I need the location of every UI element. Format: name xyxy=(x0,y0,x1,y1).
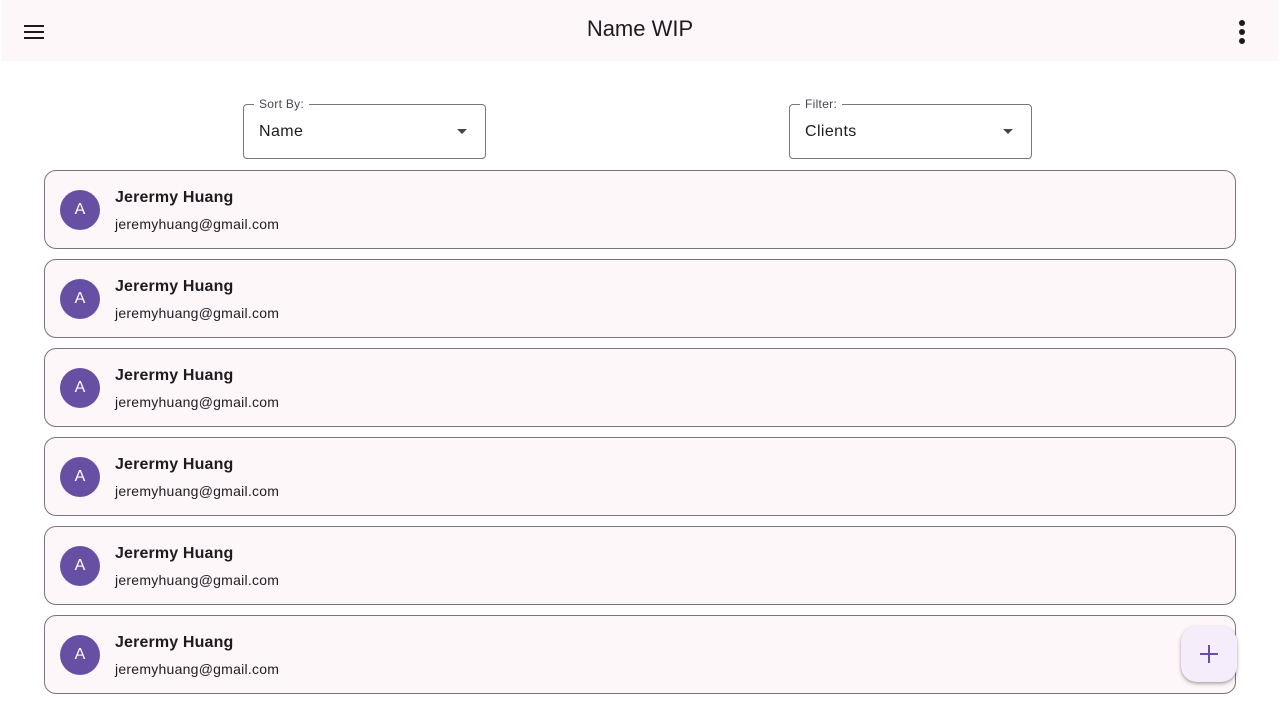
avatar: A xyxy=(60,190,100,230)
app-root: Name WIP Sort By: Name Filter: Clients A… xyxy=(0,0,1280,710)
contact-name: Jerermy Huang xyxy=(115,456,234,473)
contact-name: Jerermy Huang xyxy=(115,189,234,206)
contact-name: Jerermy Huang xyxy=(115,634,234,651)
top-app-bar: Name WIP xyxy=(2,0,1278,61)
sort-by-select[interactable]: Sort By: Name xyxy=(243,97,486,159)
contact-card[interactable]: A Jerermy Huang jeremyhuang@gmail.com xyxy=(44,348,1236,427)
contact-card[interactable]: A Jerermy Huang jeremyhuang@gmail.com xyxy=(44,526,1236,605)
filter-label: Filter: xyxy=(800,97,843,111)
contact-email: jeremyhuang@gmail.com xyxy=(115,216,280,232)
avatar: A xyxy=(60,368,100,408)
sort-by-label: Sort By: xyxy=(254,97,310,111)
avatar: A xyxy=(60,457,100,497)
filter-select[interactable]: Filter: Clients xyxy=(789,97,1032,159)
add-icon xyxy=(1200,645,1218,663)
contact-email: jeremyhuang@gmail.com xyxy=(115,305,280,321)
contact-card[interactable]: A Jerermy Huang jeremyhuang@gmail.com xyxy=(44,259,1236,338)
sort-by-value: Name xyxy=(259,123,304,140)
avatar: A xyxy=(60,635,100,675)
contact-email: jeremyhuang@gmail.com xyxy=(115,483,280,499)
contact-card[interactable]: A Jerermy Huang jeremyhuang@gmail.com xyxy=(44,170,1236,249)
filter-value: Clients xyxy=(805,123,857,140)
more-options-button[interactable] xyxy=(1222,12,1262,52)
contact-card[interactable]: A Jerermy Huang jeremyhuang@gmail.com xyxy=(44,437,1236,516)
contact-name: Jerermy Huang xyxy=(115,278,234,295)
contact-list: A Jerermy Huang jeremyhuang@gmail.com A … xyxy=(44,170,1236,704)
contact-name: Jerermy Huang xyxy=(115,367,234,384)
contact-card[interactable]: A Jerermy Huang jeremyhuang@gmail.com xyxy=(44,615,1236,694)
page-title: Name WIP xyxy=(586,16,694,41)
avatar: A xyxy=(60,546,100,586)
avatar: A xyxy=(60,279,100,319)
contact-name: Jerermy Huang xyxy=(115,545,234,562)
more-vert-icon xyxy=(1239,20,1245,44)
contact-email: jeremyhuang@gmail.com xyxy=(115,661,280,677)
contact-email: jeremyhuang@gmail.com xyxy=(115,572,280,588)
dropdown-arrow-icon xyxy=(1003,129,1013,134)
dropdown-arrow-icon xyxy=(457,129,467,134)
add-contact-button[interactable] xyxy=(1181,626,1237,682)
contact-email: jeremyhuang@gmail.com xyxy=(115,394,280,410)
